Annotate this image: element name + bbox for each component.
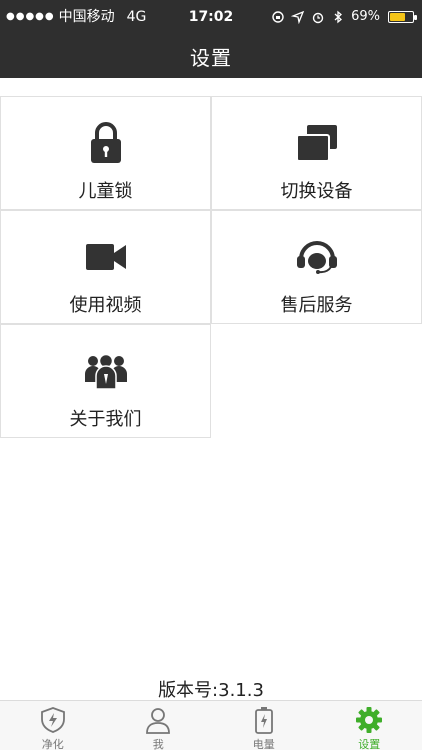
gear-icon xyxy=(354,706,384,734)
user-icon xyxy=(143,706,173,734)
tile-label: 关于我们 xyxy=(69,409,142,430)
nav-bar: 设置 xyxy=(0,34,422,78)
shield-bolt-icon xyxy=(38,706,68,734)
switch-device-tile[interactable]: 切换设备 xyxy=(211,96,422,210)
battery-icon xyxy=(249,706,279,734)
customer-service-headset-icon xyxy=(295,235,339,279)
people-group-icon xyxy=(84,349,128,393)
tile-label: 使用视频 xyxy=(69,295,142,316)
tab-purify[interactable]: 净化 xyxy=(0,701,106,750)
tab-me[interactable]: 我 xyxy=(106,701,212,750)
alarm-icon xyxy=(312,12,324,24)
tab-label: 电量 xyxy=(252,738,275,750)
orientation-lock-icon xyxy=(272,11,284,23)
battery-percent: 69% xyxy=(351,9,380,24)
tile-label: 售后服务 xyxy=(280,295,353,316)
tile-label: 儿童锁 xyxy=(78,181,133,202)
page-title: 设置 xyxy=(190,45,232,70)
location-icon xyxy=(291,10,305,24)
tab-label: 净化 xyxy=(41,738,64,750)
lock-icon xyxy=(84,121,128,165)
tab-label: 设置 xyxy=(358,738,381,750)
version-label: 版本号:3.1.3 xyxy=(158,680,264,701)
tab-battery[interactable]: 电量 xyxy=(211,701,317,750)
child-lock-tile[interactable]: 儿童锁 xyxy=(0,96,211,210)
settings-screen: ●●●●● 中国移动 4G 17:02 69% 设置 儿童锁 切换设备 使用视频… xyxy=(0,0,422,750)
switch-device-icon xyxy=(295,121,339,165)
video-camera-icon xyxy=(84,235,128,279)
status-right: 69% xyxy=(271,0,417,34)
after-sales-tile[interactable]: 售后服务 xyxy=(211,210,422,324)
bluetooth-icon xyxy=(334,10,343,24)
tile-label: 切换设备 xyxy=(280,181,353,202)
about-us-tile[interactable]: 关于我们 xyxy=(0,324,211,438)
tab-label: 我 xyxy=(152,738,164,750)
usage-video-tile[interactable]: 使用视频 xyxy=(0,210,211,324)
tab-settings[interactable]: 设置 xyxy=(317,701,422,750)
status-bar: ●●●●● 中国移动 4G 17:02 69% xyxy=(0,0,422,34)
battery-indicator xyxy=(388,11,417,23)
tab-bar: 净化 我 电量 设置 xyxy=(0,700,422,750)
